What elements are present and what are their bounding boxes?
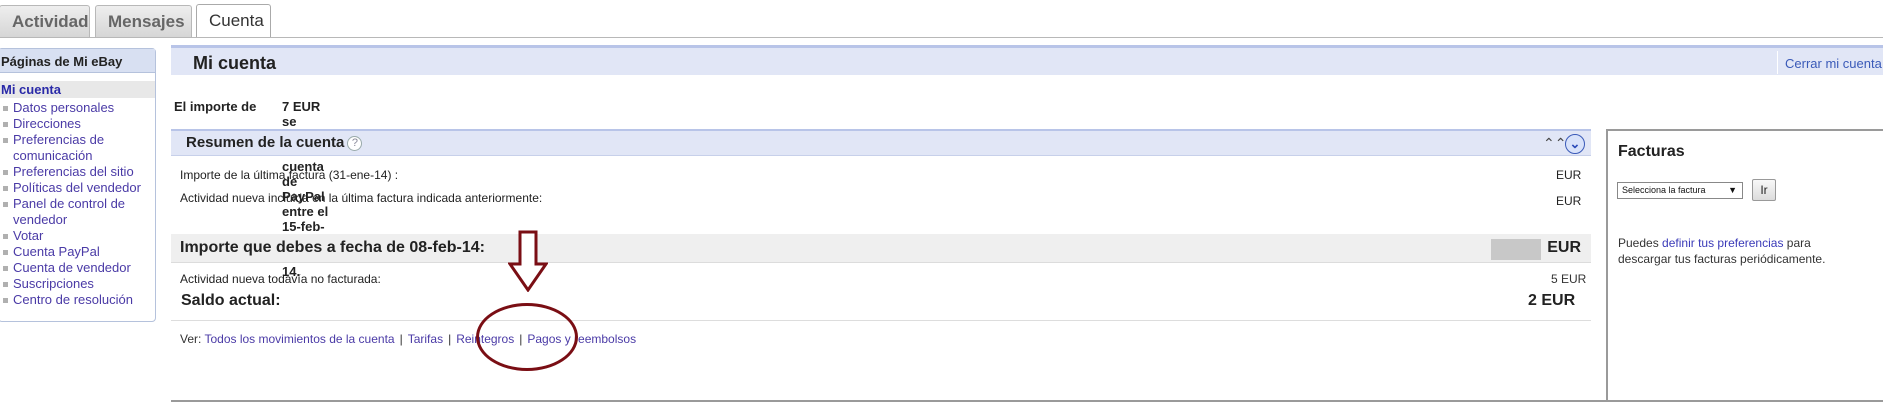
sidebar-item-cuenta-paypal[interactable]: Cuenta PayPal: [0, 244, 155, 260]
bullet-icon: [3, 170, 8, 175]
unbilled-activity-value: 5 EUR: [1551, 272, 1587, 286]
sidebar-item-politicas-vendedor[interactable]: Políticas del vendedor: [0, 180, 155, 196]
notice-prefix: El importe de: [174, 99, 257, 114]
tab-cuenta[interactable]: Cuenta: [196, 4, 271, 38]
bullet-icon: [3, 282, 8, 287]
help-icon[interactable]: ?: [347, 135, 363, 151]
new-activity-included-label: Actividad nueva incluida en la última fa…: [180, 191, 543, 205]
sidebar-item-votar[interactable]: Votar: [0, 228, 155, 244]
last-invoice-value: EUR: [1556, 168, 1582, 182]
paypal-charge-notice: El importe de 7 EUR se cargará en tu cue…: [174, 99, 329, 279]
divider: [171, 320, 1591, 321]
sidebar-item-preferencias-comunicacion[interactable]: Preferencias de comunicación: [0, 132, 155, 164]
sidebar-item-mi-cuenta[interactable]: Mi cuenta: [0, 81, 155, 98]
tab-mensajes[interactable]: Mensajes: [95, 5, 192, 37]
account-summary-title-text: Resumen de la cuenta: [186, 134, 345, 151]
annotation-circle: [476, 303, 578, 371]
expand-icon[interactable]: ⌄: [1565, 134, 1585, 154]
bullet-icon: [3, 202, 8, 207]
sidebar-item-panel-control[interactable]: Panel de control de vendedor: [0, 196, 155, 228]
current-balance-label: Saldo actual:: [181, 292, 281, 309]
bullet-icon: [3, 298, 8, 303]
invoice-select-value: Selecciona la factura: [1622, 185, 1706, 195]
define-preferences-link[interactable]: definir tus preferencias: [1662, 236, 1783, 250]
sidebar-item-direcciones[interactable]: Direcciones: [0, 116, 155, 132]
redacted-amount: [1491, 239, 1541, 260]
bullet-icon: [3, 106, 8, 111]
separator: |: [399, 332, 403, 346]
invoice-select[interactable]: Selecciona la factura ▼: [1617, 182, 1743, 199]
account-summary-title: Resumen de la cuenta?: [186, 134, 363, 151]
bullet-icon: [3, 250, 8, 255]
separator: |: [448, 332, 452, 346]
invoices-panel: Facturas Selecciona la factura ▼ Ir Pued…: [1606, 129, 1883, 402]
amount-due-value: EUR: [1547, 239, 1581, 256]
bullet-icon: [3, 138, 8, 143]
go-button[interactable]: Ir: [1752, 179, 1776, 201]
account-summary-header: Resumen de la cuenta? ⌃⌃ ⌄: [171, 129, 1591, 156]
sidebar-item-datos-personales[interactable]: Datos personales: [0, 100, 155, 116]
amount-due-title: Importe que debes a fecha de 08-feb-14:: [180, 239, 485, 256]
sidebar-item-cuenta-vendedor[interactable]: Cuenta de vendedor: [0, 260, 155, 276]
invoices-text-before: Puedes: [1618, 236, 1659, 250]
link-tarifas[interactable]: Tarifas: [408, 332, 443, 346]
bullet-icon: [3, 234, 8, 239]
last-invoice-label: Importe de la última factura (31-ene-14)…: [180, 168, 399, 182]
sidebar-item-centro-resolucion[interactable]: Centro de resolución: [0, 292, 155, 308]
current-balance-value: 2 EUR: [1528, 292, 1576, 309]
tab-actividad[interactable]: Actividad: [0, 5, 90, 37]
link-all-movements[interactable]: Todos los movimientos de la cuenta: [204, 332, 394, 346]
sidebar-item-preferencias-sitio[interactable]: Preferencias del sitio: [0, 164, 155, 180]
sidebar-item-suscripciones[interactable]: Suscripciones: [0, 276, 155, 292]
page-title: Mi cuenta: [193, 53, 277, 73]
bullet-icon: [3, 266, 8, 271]
dropdown-arrow-icon: ▼: [1728, 185, 1737, 195]
bullet-icon: [3, 122, 8, 127]
amount-due-bar: Importe que debes a fecha de 08-feb-14: …: [171, 234, 1591, 263]
collapse-icon[interactable]: ⌃⌃: [1543, 135, 1566, 153]
unbilled-activity-label: Actividad nueva todavía no facturada:: [180, 272, 381, 286]
bullet-icon: [3, 186, 8, 191]
invoices-title: Facturas: [1618, 143, 1685, 160]
invoices-info: Puedes definir tus preferencias para des…: [1618, 235, 1858, 267]
new-activity-included-value: EUR: [1556, 194, 1582, 208]
view-label: Ver:: [180, 332, 202, 346]
annotation-arrow-icon: [508, 230, 548, 292]
sidebar: Páginas de Mi eBay Mi cuenta Datos perso…: [0, 48, 156, 322]
page-header: Mi cuenta Cerrar mi cuenta: [171, 45, 1883, 75]
sidebar-title: Páginas de Mi eBay: [0, 49, 155, 73]
close-account-link[interactable]: Cerrar mi cuenta: [1777, 51, 1883, 74]
tab-divider: [0, 37, 1883, 38]
